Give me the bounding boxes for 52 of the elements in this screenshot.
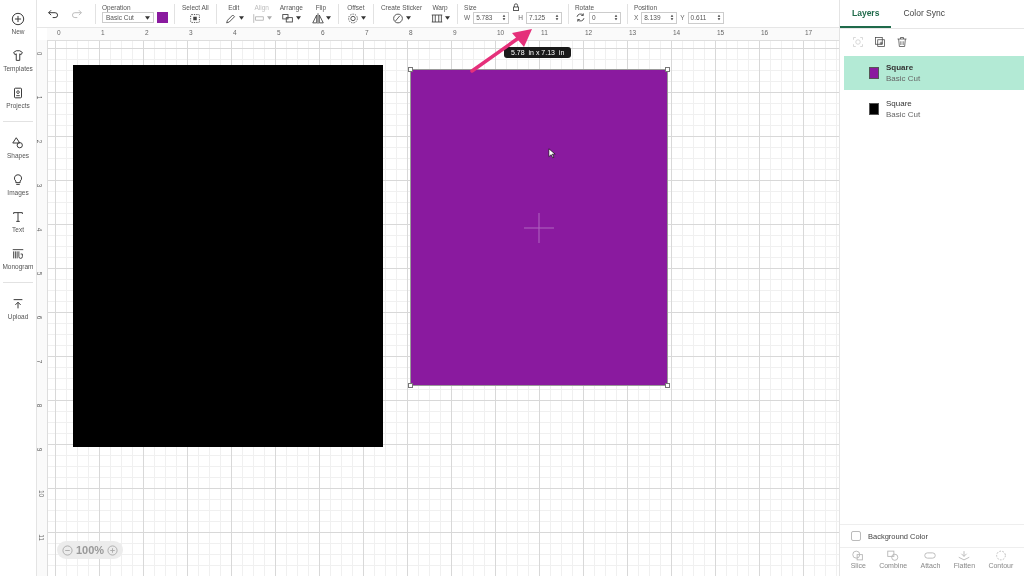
shapes-icon <box>11 136 25 150</box>
zoom-level: 100% <box>76 544 105 556</box>
layer-operation: Basic Cut <box>886 110 921 119</box>
tool-icon <box>851 550 866 561</box>
align-icon <box>251 12 266 24</box>
stepper-icon[interactable] <box>716 14 721 21</box>
tool-icon <box>957 550 972 561</box>
caret-icon <box>145 15 150 20</box>
arrow-drawing <box>470 27 534 73</box>
plus-circle-icon <box>11 12 25 26</box>
caret-icon <box>325 16 331 20</box>
color-swatch[interactable] <box>157 12 168 23</box>
sticker-icon <box>391 12 406 24</box>
caret-icon <box>445 16 451 20</box>
caret-icon <box>406 16 412 20</box>
tool-icon <box>923 550 938 561</box>
lock-icon[interactable] <box>512 2 521 11</box>
upload-icon <box>11 297 25 311</box>
stepper-icon[interactable] <box>502 14 507 21</box>
stepper-icon[interactable] <box>554 14 559 21</box>
stepper-icon[interactable] <box>613 14 618 21</box>
offset-icon <box>345 12 360 24</box>
layer-item[interactable]: Square Basic Cut <box>844 92 1024 126</box>
caret-icon <box>238 16 244 20</box>
arrange-icon <box>281 12 296 24</box>
checkbox[interactable] <box>851 531 861 541</box>
layer-name: Square <box>886 99 913 108</box>
layer-operation: Basic Cut <box>886 74 921 83</box>
clipboard-icon <box>11 86 25 100</box>
layer-item[interactable]: Square Basic Cut <box>844 56 1024 90</box>
warp-icon <box>430 12 445 24</box>
rotate-icon <box>574 12 586 23</box>
layer-name: Square <box>886 63 915 72</box>
flip-icon <box>310 12 325 24</box>
stepper-icon[interactable] <box>670 14 675 21</box>
caret-icon <box>360 16 366 20</box>
monogram-icon <box>11 247 25 261</box>
panel-tab[interactable]: Color Sync <box>891 0 957 28</box>
tool-icon <box>886 550 901 561</box>
undo-icon[interactable] <box>47 7 60 20</box>
panel-tab[interactable]: Layers <box>840 0 892 28</box>
text-icon <box>11 210 25 224</box>
select-all-icon <box>188 12 203 24</box>
tool-icon <box>993 550 1008 561</box>
shirt-icon <box>11 49 25 63</box>
caret-icon <box>266 16 272 20</box>
caret-icon <box>296 16 302 20</box>
lightbulb-icon <box>11 173 25 187</box>
duplicate-icon[interactable] <box>874 36 886 48</box>
trash-icon[interactable] <box>896 36 908 48</box>
cursor-icon <box>548 148 556 159</box>
pencil-icon <box>223 12 238 24</box>
